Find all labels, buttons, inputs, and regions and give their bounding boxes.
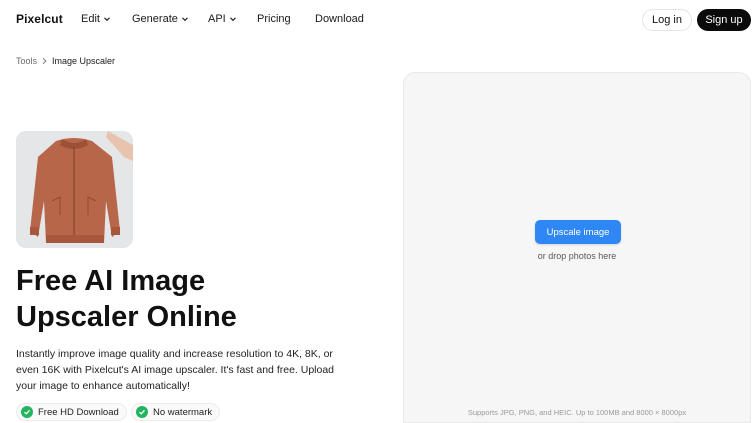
breadcrumb-current: Image Upscaler — [52, 56, 116, 66]
signup-button[interactable]: Sign up — [697, 9, 751, 31]
nav-edit-label: Edit — [81, 13, 100, 25]
upload-dropzone[interactable]: Upscale image or drop photos here Suppor… — [403, 72, 751, 423]
nav-download[interactable]: Download — [315, 13, 364, 25]
nav-pricing-label: Pricing — [257, 13, 291, 25]
chevron-down-icon — [181, 17, 188, 22]
upscale-image-button[interactable]: Upscale image — [535, 220, 621, 244]
page-title-line-2: Upscaler Online — [16, 301, 237, 333]
badge-label: Free HD Download — [38, 406, 119, 418]
chevron-down-icon — [229, 17, 236, 22]
drop-photos-hint: or drop photos here — [537, 251, 617, 261]
login-button[interactable]: Log in — [642, 9, 692, 31]
nav-api[interactable]: API — [208, 13, 237, 25]
chevron-down-icon — [104, 17, 110, 22]
supported-formats-note: Supports JPG, PNG, and HEIC. Up to 100MB… — [467, 408, 687, 417]
jacket-illustration — [16, 131, 133, 248]
badge-free-hd-download: Free HD Download — [16, 403, 127, 421]
nav-generate-label: Generate — [132, 13, 178, 25]
nav-edit[interactable]: Edit — [81, 13, 111, 25]
page: Pixelcut Edit Generate API Pricing Downl… — [0, 0, 752, 423]
page-title-line-1: Free AI Image — [16, 265, 206, 297]
nav-download-label: Download — [315, 13, 364, 25]
nav-api-label: API — [208, 13, 226, 25]
check-circle-icon — [136, 406, 148, 418]
nav-pricing[interactable]: Pricing — [257, 13, 291, 25]
page-title: Free AI Image Upscaler Online — [16, 263, 386, 335]
chevron-right-icon — [42, 57, 47, 65]
jacket-photo — [16, 131, 133, 248]
check-circle-icon — [21, 406, 33, 418]
nav-generate[interactable]: Generate — [132, 13, 189, 25]
top-nav: Pixelcut Edit Generate API Pricing Downl… — [0, 0, 752, 40]
badge-label: No watermark — [153, 406, 213, 418]
breadcrumb: Tools Image Upscaler — [16, 56, 115, 66]
pixelcut-logo[interactable]: Pixelcut — [16, 12, 63, 26]
badge-no-watermark: No watermark — [131, 403, 221, 421]
hero-description: Instantly improve image quality and incr… — [16, 348, 335, 392]
breadcrumb-tools-link[interactable]: Tools — [16, 56, 37, 66]
